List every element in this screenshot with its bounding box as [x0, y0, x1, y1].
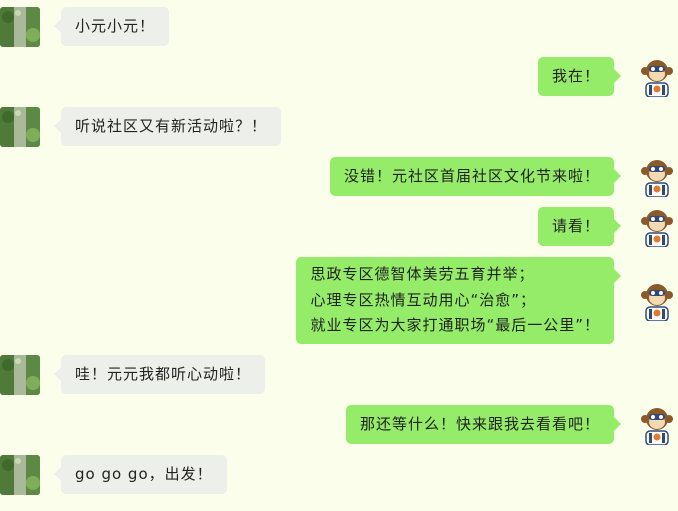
message-bubble: 请看！ [537, 207, 622, 246]
message-text: 听说社区又有新活动啦？！ [75, 117, 268, 135]
monkey-astronaut-avatar-icon [637, 281, 677, 321]
message-bubble: 那还等什么！快来跟我去看看吧！ [345, 405, 622, 444]
message-line: 思政专区德智体美劳五育并举； [310, 265, 535, 283]
avatar[interactable] [0, 355, 40, 395]
message-text: 没错！元社区首届社区文化节来啦！ [343, 167, 600, 185]
message-text: 小元小元！ [75, 17, 156, 35]
avatar[interactable] [637, 157, 677, 197]
nature-photo-avatar-icon [0, 7, 40, 47]
avatar[interactable] [637, 207, 677, 247]
message-bubble: 我在！ [537, 57, 622, 96]
avatar[interactable] [0, 7, 40, 47]
avatar[interactable] [637, 281, 677, 321]
avatar[interactable] [637, 405, 677, 445]
message-bubble: 思政专区德智体美劳五育并举； 心理专区热情互动用心“治愈”； 就业专区为大家打通… [296, 257, 621, 344]
message-bubble: 小元小元！ [53, 7, 170, 46]
monkey-astronaut-avatar-icon [637, 207, 677, 247]
avatar[interactable] [0, 107, 40, 147]
message-bubble: go go go，出发！ [54, 455, 227, 494]
avatar[interactable] [0, 455, 40, 495]
message-text: go go go，出发！ [75, 465, 213, 483]
message-bubble: 没错！元社区首届社区文化节来啦！ [329, 157, 622, 196]
nature-photo-avatar-icon [0, 107, 40, 147]
message-line: 就业专区为大家打通职场“最后一公里”！ [310, 316, 600, 334]
chat-window: 小元小元！ 我在！ 听说社区又有新活动啦？！ 没错！元社区首届社区文化节来啦！ … [0, 0, 678, 511]
nature-photo-avatar-icon [0, 355, 40, 395]
monkey-astronaut-avatar-icon [637, 405, 677, 445]
message-text: 那还等什么！快来跟我去看看吧！ [359, 415, 600, 433]
message-text: 哇！元元我都听心动啦！ [75, 365, 252, 383]
monkey-astronaut-avatar-icon [637, 57, 677, 97]
message-text: 我在！ [551, 67, 600, 85]
message-text: 请看！ [551, 217, 600, 235]
nature-photo-avatar-icon [0, 455, 40, 495]
message-bubble: 哇！元元我都听心动啦！ [53, 355, 266, 394]
monkey-astronaut-avatar-icon [637, 157, 677, 197]
message-bubble: 听说社区又有新活动啦？！ [53, 107, 282, 146]
avatar[interactable] [637, 57, 677, 97]
message-line: 心理专区热情互动用心“治愈”； [310, 290, 536, 309]
